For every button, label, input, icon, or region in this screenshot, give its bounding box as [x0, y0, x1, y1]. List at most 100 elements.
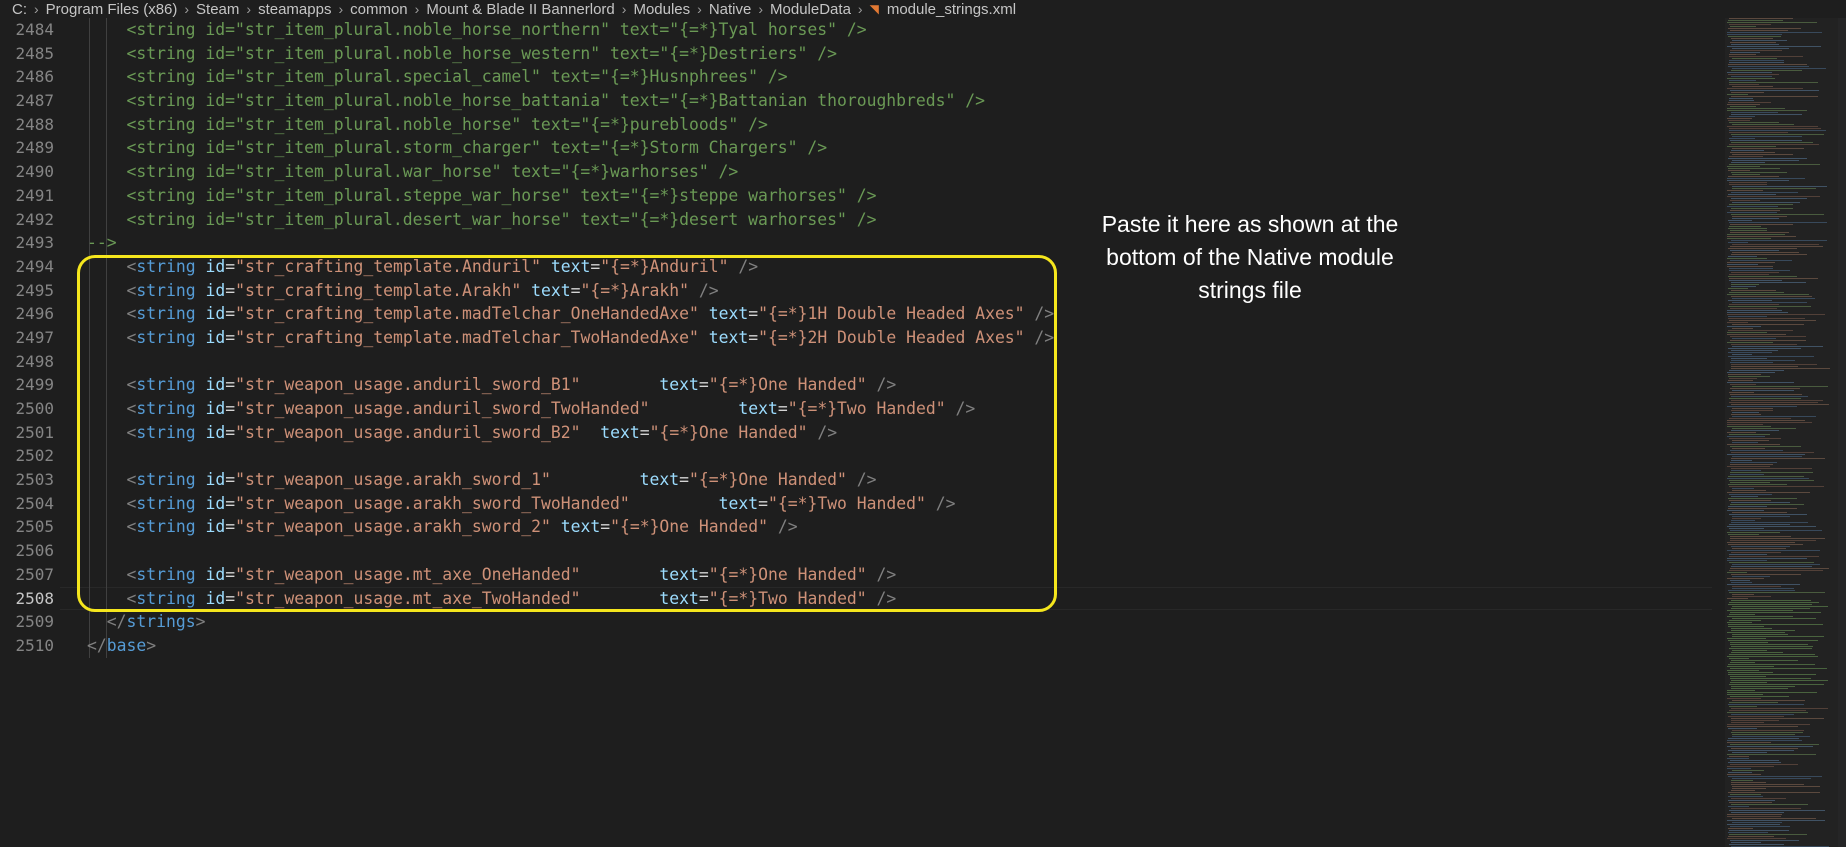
code-token: id	[205, 422, 226, 442]
minimap-line	[1727, 746, 1813, 747]
code-line[interactable]: 2503 <string id="str_weapon_usage.arakh_…	[0, 468, 1712, 492]
code-editor[interactable]: 2484 <string id="str_item_plural.noble_h…	[0, 18, 1712, 847]
code-line[interactable]: 2508 <string id="str_weapon_usage.mt_axe…	[0, 586, 1712, 611]
breadcrumb-segment[interactable]: common	[350, 1, 408, 18]
minimap[interactable]	[1725, 18, 1838, 847]
minimap-line	[1731, 344, 1797, 345]
code-line[interactable]: 2487 <string id="str_item_plural.noble_h…	[0, 89, 1712, 113]
code-line[interactable]: 2489 <string id="str_item_plural.storm_c…	[0, 136, 1712, 161]
minimap-line	[1727, 432, 1756, 433]
minimap-line	[1729, 834, 1807, 835]
breadcrumb-segment[interactable]: Steam	[196, 1, 239, 18]
minimap-line	[1727, 598, 1748, 599]
minimap-line	[1731, 290, 1776, 291]
code-line[interactable]: 2485 <string id="str_item_plural.noble_h…	[0, 41, 1712, 66]
minimap-line	[1732, 188, 1816, 189]
minimap-line	[1729, 556, 1819, 557]
breadcrumb-segment[interactable]: ModuleData	[770, 1, 851, 18]
minimap-line	[1727, 724, 1810, 725]
code-line[interactable]: 2497 <string id="str_crafting_template.m…	[0, 325, 1712, 350]
code-token: <string id="str_item_plural.special_came…	[87, 67, 788, 87]
minimap-line	[1731, 350, 1778, 351]
code-token: />	[955, 399, 976, 418]
code-line[interactable]: 2506	[0, 539, 1712, 563]
minimap-line	[1732, 518, 1761, 519]
code-line[interactable]: 2495 <string id="str_crafting_template.A…	[0, 278, 1712, 303]
code-line[interactable]: 2502	[0, 444, 1712, 469]
minimap-line	[1731, 718, 1824, 719]
minimap-line	[1731, 812, 1784, 813]
chevron-right-icon: ›	[414, 1, 420, 17]
minimap-line	[1729, 98, 1753, 99]
code-line[interactable]: 2501 <string id="str_weapon_usage.anduri…	[0, 420, 1712, 445]
minimap-line	[1728, 374, 1761, 375]
minimap-line	[1728, 728, 1757, 729]
code-line[interactable]: 2496 <string id="str_crafting_template.m…	[0, 302, 1712, 326]
code-line[interactable]: 2505 <string id="str_weapon_usage.arakh_…	[0, 515, 1712, 540]
minimap-line	[1729, 56, 1803, 57]
minimap-line	[1731, 566, 1812, 567]
code-line[interactable]: 2484 <string id="str_item_plural.noble_h…	[0, 18, 1712, 42]
code-line[interactable]: 2488 <string id="str_item_plural.noble_h…	[0, 112, 1712, 137]
code-token: =	[748, 304, 759, 324]
minimap-line	[1727, 610, 1793, 611]
minimap-line	[1730, 472, 1813, 473]
minimap-line	[1731, 522, 1808, 523]
minimap-line	[1731, 790, 1755, 791]
breadcrumb-segment[interactable]: Native	[709, 1, 752, 18]
minimap-line	[1732, 594, 1754, 595]
minimap-line	[1727, 258, 1767, 259]
minimap-line	[1728, 376, 1770, 377]
minimap-line	[1731, 630, 1795, 631]
breadcrumb-segment[interactable]: C:	[12, 1, 27, 18]
breadcrumb-segment[interactable]: steamapps	[258, 1, 331, 18]
minimap-line	[1728, 348, 1801, 349]
minimap-line	[1731, 470, 1761, 471]
breadcrumb-segment[interactable]: Modules	[633, 1, 690, 18]
minimap-line	[1729, 370, 1784, 371]
minimap-line	[1728, 828, 1753, 829]
line-number: 2488	[15, 114, 54, 134]
code-line[interactable]: 2491 <string id="str_item_plural.steppe_…	[0, 183, 1712, 208]
code-token: <string id="str_item_plural.desert_war_h…	[87, 209, 877, 229]
code-token: </	[106, 612, 127, 632]
minimap-line	[1730, 106, 1756, 107]
minimap-line	[1728, 836, 1774, 837]
code-line[interactable]: 2510 </base>	[0, 633, 1712, 658]
code-line[interactable]: 2507 <string id="str_weapon_usage.mt_axe…	[0, 562, 1712, 587]
code-line[interactable]: 2499 <string id="str_weapon_usage.anduri…	[0, 373, 1712, 397]
code-line[interactable]: 2509 </strings>	[0, 610, 1712, 634]
code-token: "str_weapon_usage.arakh_sword_2"	[235, 517, 551, 537]
code-line[interactable]: 2504 <string id="str_weapon_usage.arakh_…	[0, 491, 1712, 516]
minimap-line	[1729, 554, 1767, 555]
minimap-line	[1727, 838, 1786, 839]
breadcrumb-file[interactable]: module_strings.xml	[887, 1, 1016, 18]
breadcrumb-segment[interactable]: Program Files (x86)	[46, 1, 178, 18]
code-line[interactable]: 2486 <string id="str_item_plural.special…	[0, 65, 1712, 90]
code-line[interactable]: 2500 <string id="str_weapon_usage.anduri…	[0, 397, 1712, 421]
minimap-line	[1728, 318, 1805, 319]
minimap-line	[1732, 338, 1776, 339]
code-line[interactable]: 2492 <string id="str_item_plural.desert_…	[0, 207, 1712, 232]
code-line[interactable]: 2490 <string id="str_item_plural.war_hor…	[0, 160, 1712, 184]
code-token: text	[718, 493, 759, 513]
code-token: "str_weapon_usage.arakh_sword_TwoHanded"	[235, 493, 630, 513]
minimap-line	[1731, 360, 1795, 361]
minimap-line	[1729, 648, 1812, 649]
code-text: <string id="str_item_plural.noble_horse"…	[87, 113, 767, 137]
code-token: <	[126, 422, 137, 442]
code-line[interactable]: 2493 -->	[0, 231, 1712, 255]
code-token: "{=*}One Handed"	[689, 470, 847, 490]
minimap-line	[1730, 232, 1789, 233]
code-line[interactable]: 2494 <string id="str_crafting_template.A…	[0, 254, 1712, 279]
code-line[interactable]: 2498	[0, 349, 1712, 374]
breadcrumb-segment[interactable]: Mount & Blade II Bannerlord	[426, 1, 614, 18]
minimap-line	[1732, 346, 1823, 347]
chevron-right-icon: ›	[857, 1, 863, 17]
vertical-scrollbar[interactable]	[1838, 18, 1846, 847]
minimap-line	[1729, 62, 1784, 63]
code-token: "str_crafting_template.Anduril"	[235, 256, 541, 276]
